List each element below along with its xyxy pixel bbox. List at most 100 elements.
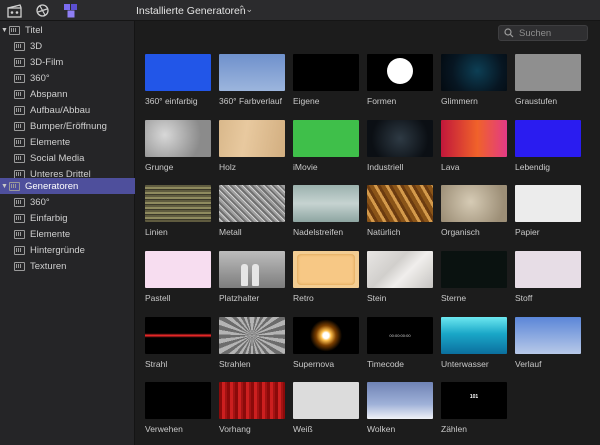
generator-label: Wolken [367, 424, 396, 434]
generator-thumbnail [515, 317, 581, 354]
generator-tile[interactable]: Organisch [441, 185, 507, 237]
generator-label: 360° Farbverlauf [219, 96, 282, 106]
generator-thumbnail [441, 251, 507, 288]
generator-tile[interactable]: Lava [441, 120, 507, 172]
generator-tile[interactable]: 00:00:00:00 Timecode [367, 317, 433, 369]
sidebar-item[interactable]: 360° [0, 70, 135, 86]
sidebar-item[interactable]: 3D [0, 38, 135, 54]
generator-tile[interactable]: 360° einfarbig [145, 54, 211, 106]
sidebar-item[interactable]: 3D-Film [0, 54, 135, 70]
generator-tile[interactable]: Graustufen [515, 54, 581, 106]
sidebar-item-label: Hintergründe [30, 244, 85, 256]
generator-tile[interactable]: Platzhalter [219, 251, 285, 303]
generator-tile[interactable]: Unterwasser [441, 317, 507, 369]
generator-label: Timecode [367, 359, 405, 369]
generator-thumbnail: 00:00:00:00 [367, 317, 433, 354]
generator-label: Weiß [293, 424, 313, 434]
generator-tile[interactable]: Verlauf [515, 317, 581, 369]
sidebar-item[interactable]: Einfarbig [0, 210, 135, 226]
generator-thumbnail [219, 54, 285, 91]
generator-label: 360° einfarbig [145, 96, 198, 106]
sidebar: ▼ Titel 3D 3D-Film 360° Abspann Aufbau/A… [0, 21, 135, 445]
library-title[interactable]: Installierte Generatoren [136, 5, 246, 17]
sidebar-group-generatoren[interactable]: ▼ Generatoren [0, 178, 135, 194]
generator-label: Strahlen [219, 359, 251, 369]
generator-label: Unterwasser [441, 359, 489, 369]
generator-tile[interactable]: Nadelstreifen [293, 185, 359, 237]
media-browser-icon[interactable] [35, 3, 50, 18]
sidebar-item[interactable]: Hintergründe [0, 242, 135, 258]
sidebar-item[interactable]: Social Media [0, 150, 135, 166]
folder-icon [14, 229, 25, 239]
sidebar-item[interactable]: Elemente [0, 134, 135, 150]
sidebar-item[interactable]: Aufbau/Abbau [0, 102, 135, 118]
generator-label: Verwehen [145, 424, 183, 434]
generator-tile[interactable]: Stein [367, 251, 433, 303]
folder-icon [14, 57, 25, 67]
generator-label: Industriell [367, 162, 404, 172]
generator-tile[interactable]: Retro [293, 251, 359, 303]
generator-label: Retro [293, 293, 314, 303]
generator-tile[interactable]: Sterne [441, 251, 507, 303]
generator-label: Grunge [145, 162, 174, 172]
sidebar-item-label: Aufbau/Abbau [30, 104, 91, 116]
sidebar-item-label: Elemente [30, 136, 71, 148]
generator-tile[interactable]: Weiß [293, 382, 359, 434]
generator-tile[interactable]: Papier [515, 185, 581, 237]
sidebar-item-label: Texturen [30, 260, 67, 272]
generator-tile[interactable]: Formen [367, 54, 433, 106]
generator-tile[interactable]: Glimmern [441, 54, 507, 106]
folder-icon [14, 41, 25, 51]
titles-generators-icon[interactable] [63, 3, 78, 18]
generator-tile[interactable]: 101 Zählen [441, 382, 507, 434]
generator-tile[interactable]: Industriell [367, 120, 433, 172]
generator-tile[interactable]: Lebendig [515, 120, 581, 172]
sidebar-item-label: 3D [30, 40, 43, 52]
generator-tile[interactable]: Eigene [293, 54, 359, 106]
generator-tile[interactable]: Strahl [145, 317, 211, 369]
disclosure-triangle-icon[interactable]: ▼ [0, 27, 9, 34]
generator-tile[interactable]: Holz [219, 120, 285, 172]
sidebar-item-label: Social Media [30, 152, 85, 164]
sidebar-item[interactable]: 360° [0, 194, 135, 210]
folder-icon [14, 121, 25, 131]
generator-tile[interactable]: Metall [219, 185, 285, 237]
generator-tile[interactable]: Stoff [515, 251, 581, 303]
folder-icon [14, 89, 25, 99]
sidebar-item[interactable]: Texturen [0, 258, 135, 274]
sidebar-item-label: Abspann [30, 88, 68, 100]
generator-thumbnail [293, 54, 359, 91]
generator-tile[interactable]: 360° Farbverlauf [219, 54, 285, 106]
sidebar-item[interactable]: Abspann [0, 86, 135, 102]
generator-label: Linien [145, 227, 168, 237]
generator-thumbnail [219, 185, 285, 222]
generator-thumbnail [293, 317, 359, 354]
sidebar-group-titel[interactable]: ▼ Titel [0, 22, 135, 38]
generator-tile[interactable]: Linien [145, 185, 211, 237]
generator-label: Metall [219, 227, 242, 237]
generator-tile[interactable]: Grunge [145, 120, 211, 172]
generator-thumbnail [145, 185, 211, 222]
generator-tile[interactable]: iMovie [293, 120, 359, 172]
sidebar-item[interactable]: Elemente [0, 226, 135, 242]
disclosure-triangle-icon[interactable]: ▼ [0, 183, 9, 190]
folder-icon [14, 197, 25, 207]
generator-tile[interactable]: Verwehen [145, 382, 211, 434]
generator-thumbnail [145, 120, 211, 157]
clapper-icon[interactable] [7, 3, 22, 18]
search-field[interactable]: Suchen [498, 25, 588, 41]
generator-tile[interactable]: Pastell [145, 251, 211, 303]
library-popup-chevron-icon[interactable]: ⌃⌄ [238, 4, 253, 15]
generator-thumbnail [219, 317, 285, 354]
generator-tile[interactable]: Vorhang [219, 382, 285, 434]
generator-tile[interactable]: Natürlich [367, 185, 433, 237]
generator-tile[interactable]: Strahlen [219, 317, 285, 369]
generator-thumbnail [145, 54, 211, 91]
generator-tile[interactable]: Supernova [293, 317, 359, 369]
sidebar-item[interactable]: Bumper/Eröffnung [0, 118, 135, 134]
generator-tile[interactable]: Wolken [367, 382, 433, 434]
folder-icon [14, 213, 25, 223]
generator-thumbnail: 101 [441, 382, 507, 419]
sidebar-item-label: Bumper/Eröffnung [30, 120, 107, 132]
generator-label: Platzhalter [219, 293, 260, 303]
